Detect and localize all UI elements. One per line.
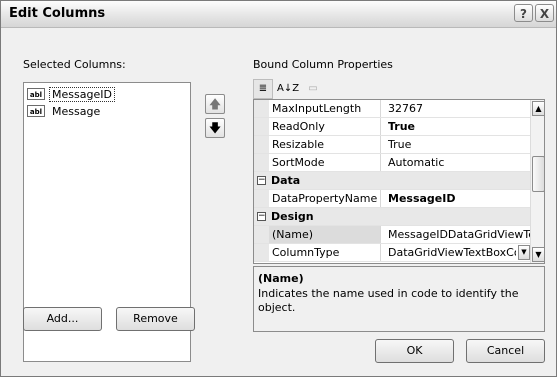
row-margin <box>254 100 269 117</box>
row-margin <box>254 190 269 207</box>
category-label: Data <box>271 174 301 187</box>
remove-button[interactable]: Remove <box>116 307 195 331</box>
list-item-label: MessageID <box>49 86 115 102</box>
collapse-icon[interactable]: − <box>257 212 266 221</box>
row-margin <box>254 118 269 135</box>
property-pages-icon: ▭ <box>308 83 318 94</box>
ok-button[interactable]: OK <box>375 339 454 363</box>
property-name: ColumnType <box>269 244 381 261</box>
textbox-column-icon: abl <box>27 105 45 117</box>
categorized-button[interactable]: ≣ <box>253 79 273 99</box>
property-row-datapropertyname[interactable]: DataPropertyName MessageID <box>254 190 530 208</box>
categorized-icon: ≣ <box>258 83 268 94</box>
property-grid[interactable]: MaxInputLength 32767 ReadOnly True Resiz… <box>253 99 545 264</box>
description-title: (Name) <box>258 272 304 285</box>
edit-columns-dialog: Edit Columns ? X Selected Columns: abl M… <box>0 0 557 377</box>
property-row-maxinputlength[interactable]: MaxInputLength 32767 <box>254 100 530 118</box>
description-text: Indicates the name used in code to ident… <box>258 287 519 314</box>
category-label: Design <box>271 210 314 223</box>
close-icon: X <box>539 7 550 21</box>
move-up-button[interactable]: 🡅 <box>205 94 225 114</box>
row-margin <box>254 244 269 261</box>
property-grid-scrollbar[interactable]: ▲ ▼ <box>530 100 544 263</box>
arrow-up-icon: 🡅 <box>208 97 222 111</box>
category-design[interactable]: − Design <box>254 208 530 226</box>
textbox-column-icon: abl <box>27 88 45 100</box>
property-name: SortMode <box>269 154 381 171</box>
scroll-thumb[interactable] <box>532 156 544 192</box>
title-bar: Edit Columns ? X <box>1 1 556 28</box>
row-margin <box>254 136 269 153</box>
list-item-message[interactable]: abl Message <box>27 103 103 119</box>
dropdown-arrow-icon[interactable]: ▼ <box>518 245 530 260</box>
property-description-panel: (Name) Indicates the name used in code t… <box>253 266 545 332</box>
row-margin <box>254 154 269 171</box>
property-value[interactable]: True <box>384 136 532 153</box>
help-button[interactable]: ? <box>514 4 533 22</box>
scroll-down-icon[interactable]: ▼ <box>532 247 544 262</box>
arrow-down-icon: 🡇 <box>208 121 222 135</box>
property-row-resizable[interactable]: Resizable True <box>254 136 530 154</box>
property-name: MaxInputLength <box>269 100 381 117</box>
scroll-up-icon[interactable]: ▲ <box>532 101 544 116</box>
move-down-button[interactable]: 🡇 <box>205 118 225 138</box>
property-row-sortmode[interactable]: SortMode Automatic <box>254 154 530 172</box>
property-pages-button[interactable]: ▭ <box>304 79 322 99</box>
add-button[interactable]: Add... <box>23 307 102 331</box>
property-value[interactable]: True <box>384 118 532 135</box>
property-name: Resizable <box>269 136 381 153</box>
bound-column-properties-label: Bound Column Properties <box>253 58 393 71</box>
collapse-icon[interactable]: − <box>257 176 266 185</box>
property-value[interactable]: DataGridViewTextBoxColu <box>384 244 516 261</box>
cancel-button[interactable]: Cancel <box>466 339 545 363</box>
help-icon: ? <box>520 7 527 21</box>
alphabetical-button[interactable]: A↓Z <box>276 79 300 99</box>
property-row-readonly[interactable]: ReadOnly True <box>254 118 530 136</box>
property-name: (Name) <box>269 226 381 243</box>
property-value[interactable]: MessageIDDataGridViewTe <box>384 226 532 243</box>
window-title: Edit Columns <box>9 6 106 21</box>
category-data[interactable]: − Data <box>254 172 530 190</box>
property-row-name[interactable]: (Name) MessageIDDataGridViewTe <box>254 226 532 244</box>
property-value[interactable]: MessageID <box>384 190 532 207</box>
property-name: ReadOnly <box>269 118 381 135</box>
property-value[interactable]: 32767 <box>384 100 532 117</box>
sort-alphabetical-icon: A↓Z <box>277 83 300 94</box>
property-value[interactable]: Automatic <box>384 154 532 171</box>
property-name: DataPropertyName <box>269 190 381 207</box>
close-button[interactable]: X <box>535 4 554 22</box>
list-item-messageid[interactable]: abl MessageID <box>27 86 115 102</box>
property-row-columntype[interactable]: ColumnType DataGridViewTextBoxColu ▼ <box>254 244 530 262</box>
selected-columns-label: Selected Columns: <box>23 58 126 71</box>
row-margin <box>254 226 269 243</box>
list-item-label: Message <box>52 104 101 118</box>
